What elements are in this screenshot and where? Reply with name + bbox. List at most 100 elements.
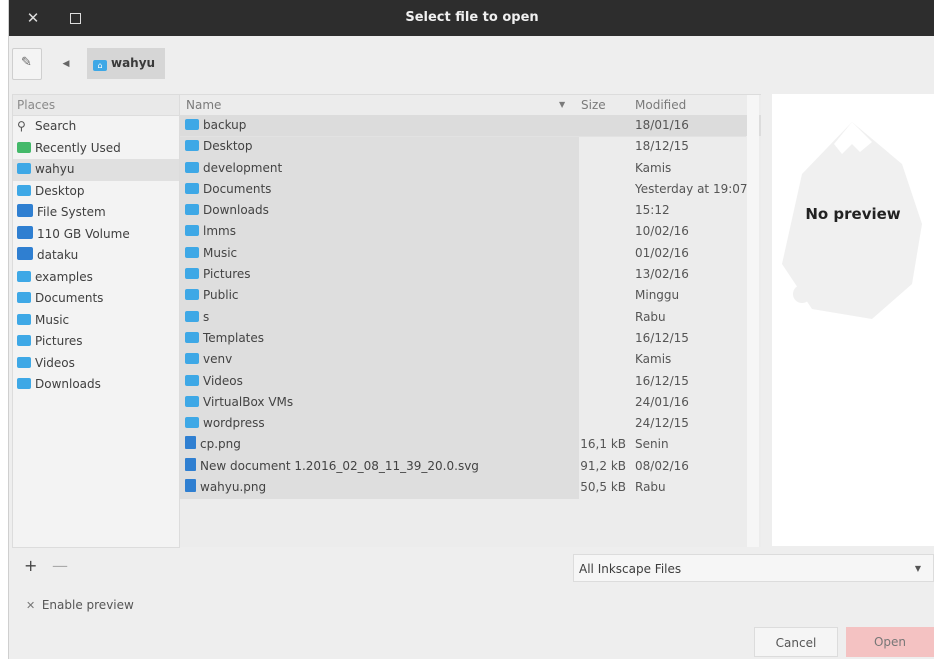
file-type-filter[interactable]: All Inkscape Files ▼	[573, 554, 934, 582]
file-name-cell: New document 1.2016_02_08_11_39_20.0.svg	[185, 456, 479, 477]
sidebar-item-label: File System	[37, 205, 106, 219]
no-preview-label: No preview	[805, 205, 901, 223]
scrollbar[interactable]	[747, 95, 759, 547]
file-name-cell: wahyu.png	[185, 477, 266, 498]
places-header: Places	[13, 95, 179, 116]
music-folder-icon	[17, 313, 31, 325]
table-row[interactable]: venv Kamis	[180, 349, 761, 370]
table-row[interactable]: Templates 16/12/15	[180, 328, 761, 349]
sidebar-item-label: Desktop	[35, 183, 85, 198]
file-modified: Rabu	[635, 480, 666, 495]
table-row[interactable]: Desktop 18/12/15	[180, 136, 761, 157]
enable-preview-checkbox[interactable]: ✕ Enable preview	[26, 598, 134, 612]
column-size[interactable]: Size	[581, 95, 606, 115]
folder-icon	[185, 353, 199, 365]
column-name[interactable]: Name	[186, 95, 221, 115]
folder-icon	[185, 310, 199, 322]
table-row[interactable]: s Rabu	[180, 307, 761, 328]
file-modified: 16/12/15	[635, 373, 689, 388]
preview-pane: No preview	[772, 94, 934, 546]
sidebar-item-label: Music	[35, 312, 70, 327]
folder-icon	[17, 270, 31, 282]
pictures-folder-icon	[17, 335, 31, 346]
column-modified[interactable]: Modified	[635, 95, 686, 115]
file-name-cell: venv	[185, 349, 232, 370]
file-name-cell: Downloads	[185, 200, 269, 221]
add-bookmark-button[interactable]: +	[24, 556, 37, 575]
breadcrumb-label: wahyu	[111, 56, 156, 70]
remove-bookmark-button[interactable]: —	[52, 556, 68, 575]
cancel-button[interactable]: Cancel	[754, 627, 838, 657]
file-size: 16,1 kB	[580, 437, 626, 452]
folder-icon	[185, 417, 199, 429]
sidebar-item-search[interactable]: ⚲ Search	[13, 116, 179, 138]
file-name-cell: wordpress	[185, 413, 265, 434]
table-row[interactable]: wordpress 24/12/15	[180, 413, 761, 434]
file-name: wordpress	[203, 416, 265, 431]
open-button[interactable]: Open	[846, 627, 934, 657]
sidebar-item-file-system[interactable]: File System	[13, 202, 179, 224]
title-bar: ✕ Select file to open	[9, 0, 934, 36]
folder-icon	[185, 246, 199, 258]
table-row[interactable]: Documents Yesterday at 19:07	[180, 179, 761, 200]
documents-folder-icon	[17, 292, 31, 303]
sidebar-item-downloads[interactable]: Downloads	[13, 374, 179, 396]
sidebar-item-pictures[interactable]: Pictures	[13, 331, 179, 353]
file-modified: 01/02/16	[635, 245, 689, 260]
table-row[interactable]: development Kamis	[180, 158, 761, 179]
sidebar-item-110-gb-volume[interactable]: 110 GB Volume	[13, 224, 179, 246]
sidebar-item-recently-used[interactable]: Recently Used	[13, 138, 179, 160]
pencil-icon: ✎	[21, 55, 32, 70]
sidebar-item-videos[interactable]: Videos	[13, 353, 179, 375]
back-arrow-icon[interactable]: ◀	[52, 50, 80, 78]
edit-location-button[interactable]: ✎	[12, 48, 42, 80]
table-row[interactable]: Downloads 15:12	[180, 200, 761, 221]
inkscape-logo-watermark	[782, 122, 922, 319]
sidebar-item-label: Documents	[35, 291, 104, 305]
sidebar-item-documents[interactable]: Documents	[13, 288, 179, 310]
table-row[interactable]: lmms 10/02/16	[180, 221, 761, 242]
file-name: Music	[203, 245, 238, 260]
table-row[interactable]: Music 01/02/16	[180, 243, 761, 264]
file-modified: Rabu	[635, 309, 666, 324]
desktop-icon	[17, 184, 31, 196]
sidebar-item-music[interactable]: Music	[13, 310, 179, 332]
folder-icon	[185, 182, 199, 194]
sidebar-item-label: Search	[35, 119, 77, 133]
table-row[interactable]: VirtualBox VMs 24/01/16	[180, 392, 761, 413]
file-modified: Kamis	[635, 352, 672, 367]
sidebar-item-dataku[interactable]: dataku	[13, 245, 179, 267]
sidebar-item-label: Pictures	[35, 334, 83, 348]
sidebar-item-examples[interactable]: examples	[13, 267, 179, 289]
file-name: venv	[203, 352, 233, 367]
table-row[interactable]: backup 18/01/16	[180, 115, 761, 137]
table-row[interactable]: Pictures 13/02/16	[180, 264, 761, 285]
file-name: Downloads	[203, 203, 269, 218]
window-title: Select file to open	[405, 10, 539, 25]
sidebar-item-desktop[interactable]: Desktop	[13, 181, 179, 203]
file-name: cp.png	[200, 437, 241, 452]
file-name: wahyu.png	[200, 480, 267, 495]
home-folder-icon	[17, 163, 31, 174]
table-row[interactable]: cp.png 16,1 kB Senin	[180, 434, 761, 455]
sidebar-item-label: Videos	[35, 355, 75, 370]
file-name: Videos	[203, 373, 243, 388]
table-row[interactable]: Videos 16/12/15	[180, 371, 761, 392]
folder-icon	[185, 140, 199, 152]
table-row[interactable]: Public Minggu	[180, 285, 761, 306]
breadcrumb-home[interactable]: ⌂ wahyu	[87, 48, 166, 79]
table-row[interactable]: New document 1.2016_02_08_11_39_20.0.svg…	[180, 456, 761, 477]
file-name: Templates	[203, 330, 265, 345]
search-icon: ⚲	[17, 119, 26, 133]
file-name-cell: backup	[185, 115, 246, 136]
file-modified: 18/12/15	[635, 139, 689, 154]
table-row[interactable]: wahyu.png 50,5 kB Rabu	[180, 477, 761, 498]
file-name-cell: cp.png	[185, 434, 241, 455]
file-name: s	[203, 309, 210, 324]
filter-selected-label: All Inkscape Files	[579, 562, 682, 576]
file-name-cell: Documents	[185, 179, 271, 200]
file-name-cell: Videos	[185, 371, 243, 392]
folder-icon	[185, 268, 199, 280]
sidebar-item-wahyu[interactable]: wahyu	[13, 159, 179, 181]
sidebar-item-label: Recently Used	[35, 140, 121, 155]
